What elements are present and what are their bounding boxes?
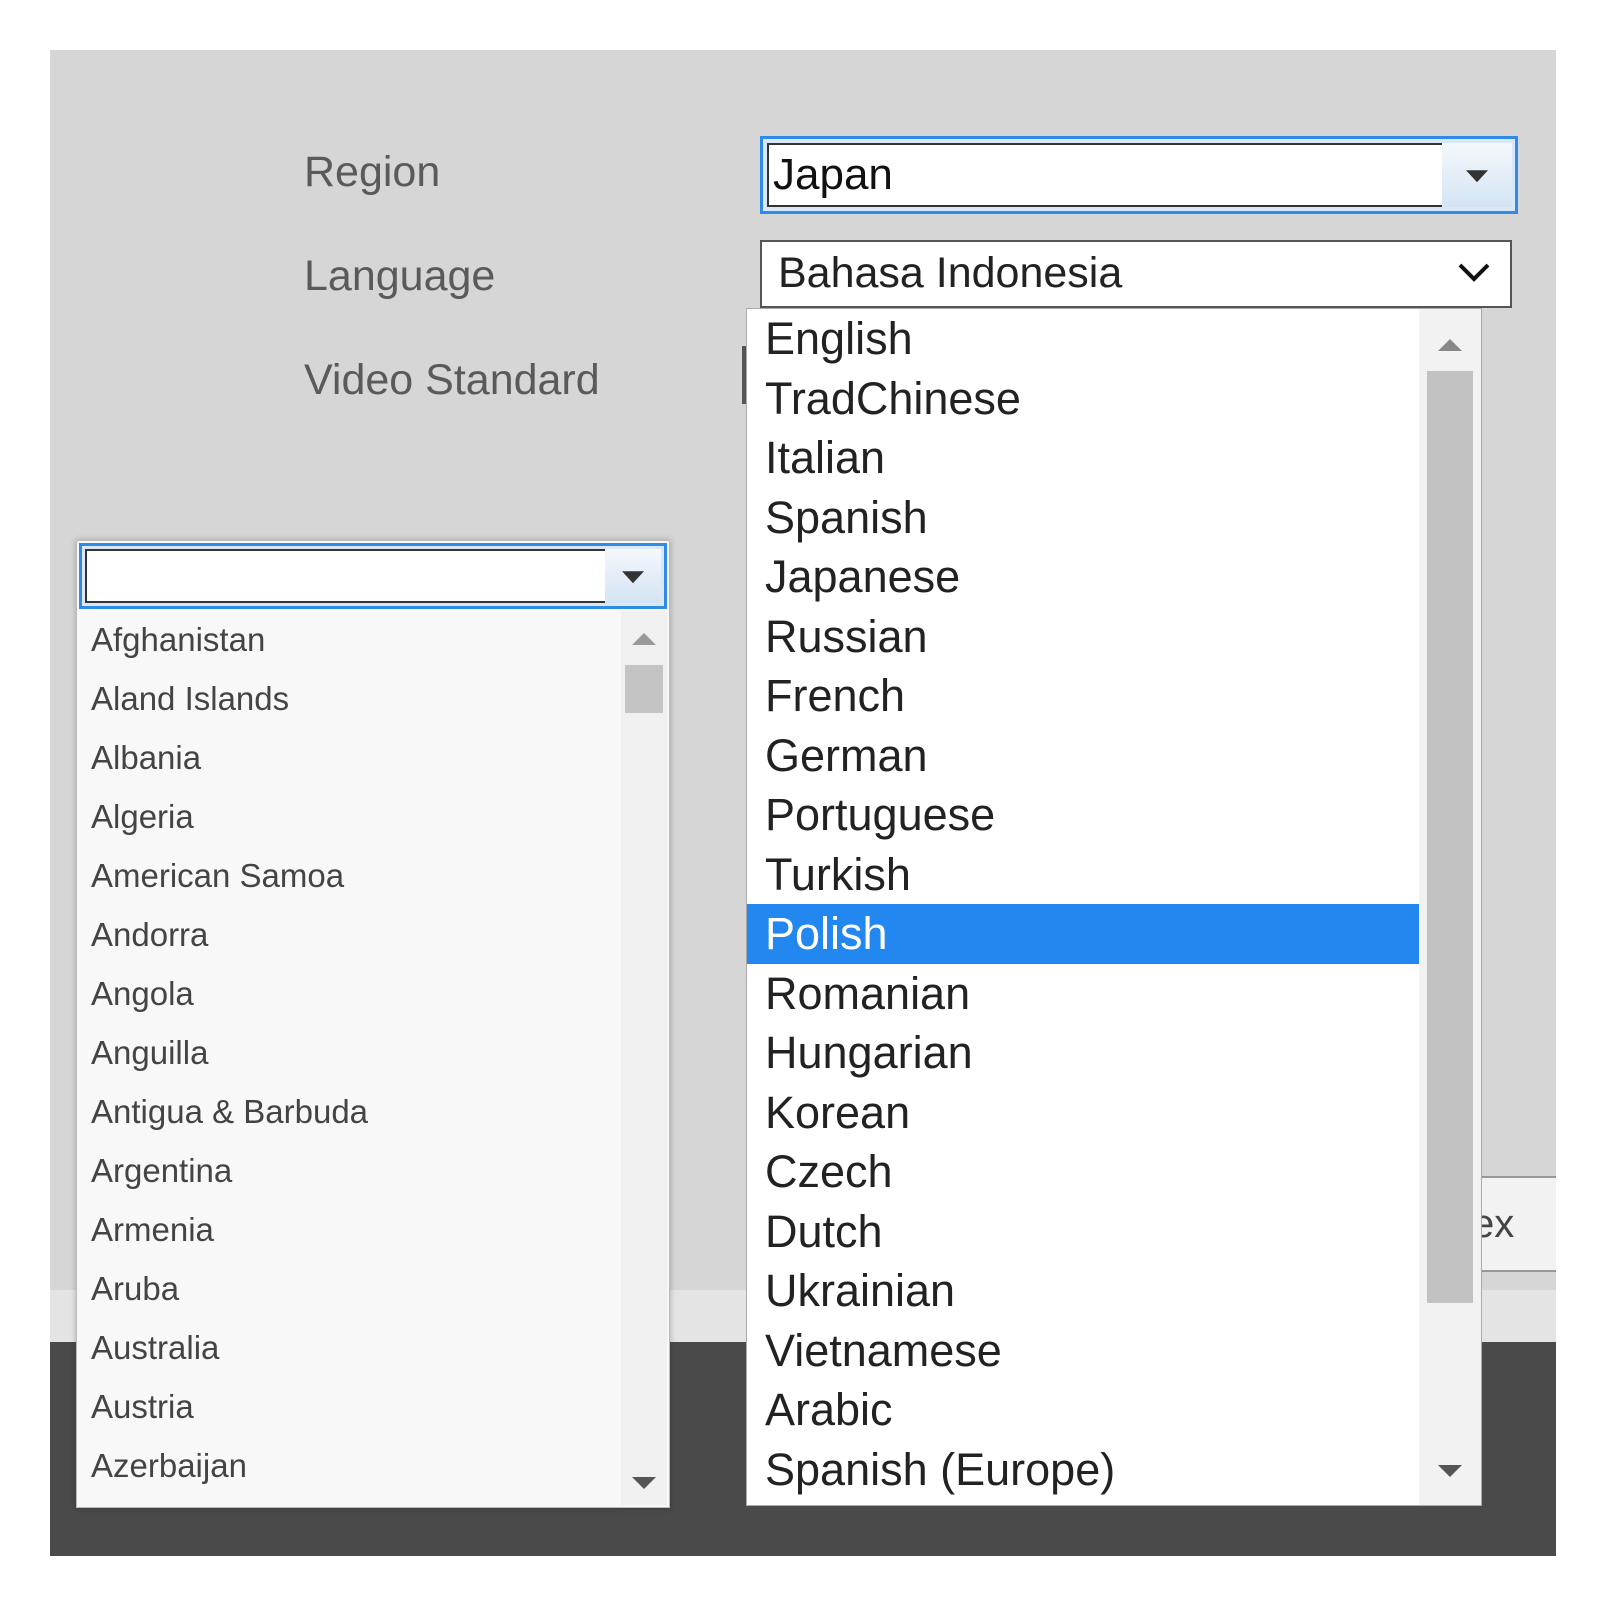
scroll-down-arrow-icon[interactable] (1438, 1465, 1462, 1477)
country-option[interactable]: Australia (91, 1329, 219, 1367)
country-option[interactable]: Aruba (91, 1270, 179, 1308)
country-option[interactable]: Argentina (91, 1152, 232, 1190)
region-input[interactable] (767, 143, 1447, 207)
language-option[interactable]: Hungarian (747, 1023, 1419, 1083)
country-option[interactable]: Algeria (91, 798, 194, 836)
language-option[interactable]: Polish (747, 904, 1419, 964)
language-select[interactable]: Bahasa Indonesia (760, 240, 1512, 308)
caret-down-icon (1466, 170, 1488, 183)
language-option[interactable]: Portuguese (747, 785, 1419, 845)
country-option[interactable]: Andorra (91, 916, 208, 954)
language-option[interactable]: Ukrainian (747, 1261, 1419, 1321)
language-option[interactable]: TradChinese (747, 369, 1419, 429)
language-option[interactable]: Spanish (Europe) (747, 1440, 1419, 1500)
language-option[interactable]: Russian (747, 607, 1419, 667)
country-option[interactable]: Antigua & Barbuda (91, 1093, 368, 1131)
video-standard-label: Video Standard (304, 356, 600, 404)
language-dropdown-list[interactable]: English TradChinese Italian Spanish Japanese… (746, 308, 1482, 1506)
language-option[interactable]: German (747, 726, 1419, 786)
country-list-scrollbar[interactable] (621, 611, 667, 1505)
country-option[interactable]: Armenia (91, 1211, 214, 1249)
scroll-down-arrow-icon[interactable] (632, 1477, 656, 1489)
language-scroll-thumb[interactable] (1427, 371, 1473, 1303)
language-option[interactable]: Arabic (747, 1380, 1419, 1440)
region-dropdown-button[interactable] (1442, 143, 1512, 207)
settings-panel: ex Region Language Video Standard Bahasa… (50, 50, 1556, 1556)
language-label: Language (304, 252, 496, 300)
language-list-scrollbar[interactable] (1419, 309, 1481, 1505)
country-option[interactable]: Angola (91, 975, 194, 1013)
chevron-down-icon (1458, 263, 1490, 282)
language-option[interactable]: Japanese (747, 547, 1419, 607)
language-option[interactable]: Dutch (747, 1202, 1419, 1262)
country-combobox-popup: Afghanistan Aland Islands Albania Algeria Am… (76, 540, 670, 1508)
language-option[interactable]: Italian (747, 428, 1419, 488)
country-option[interactable]: Afghanistan (91, 621, 265, 659)
language-option[interactable]: Korean (747, 1083, 1419, 1143)
country-dropdown-list[interactable]: Afghanistan Aland Islands Albania Algeria Am… (79, 611, 667, 1505)
country-dropdown-button[interactable] (605, 549, 661, 603)
country-combobox[interactable] (79, 543, 667, 609)
country-option[interactable]: Austria (91, 1388, 194, 1426)
language-option[interactable]: Turkish (747, 845, 1419, 905)
scroll-up-arrow-icon[interactable] (1438, 339, 1462, 351)
partial-next-button[interactable]: ex (1470, 1176, 1556, 1272)
country-scroll-thumb[interactable] (625, 665, 663, 713)
region-combobox[interactable] (760, 136, 1518, 214)
language-option[interactable]: Czech (747, 1142, 1419, 1202)
language-option[interactable]: French (747, 666, 1419, 726)
language-option[interactable]: Spanish (747, 488, 1419, 548)
country-input[interactable] (85, 549, 607, 603)
language-option[interactable]: Romanian (747, 964, 1419, 1024)
country-option[interactable]: Azerbaijan (91, 1447, 247, 1485)
region-label: Region (304, 148, 441, 196)
language-option[interactable]: Vietnamese (747, 1321, 1419, 1381)
language-option[interactable]: English (747, 309, 1419, 369)
scroll-up-arrow-icon[interactable] (632, 633, 656, 645)
caret-down-icon (622, 571, 644, 584)
country-option[interactable]: Aland Islands (91, 680, 289, 718)
country-option[interactable]: American Samoa (91, 857, 344, 895)
country-option[interactable]: Albania (91, 739, 201, 777)
country-option[interactable]: Anguilla (91, 1034, 208, 1072)
language-selected-value: Bahasa Indonesia (778, 249, 1123, 297)
